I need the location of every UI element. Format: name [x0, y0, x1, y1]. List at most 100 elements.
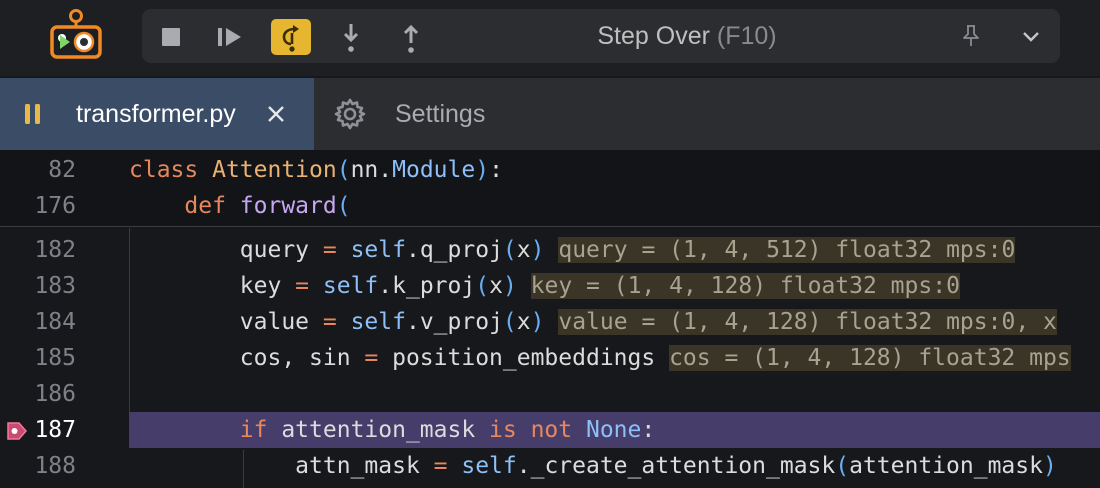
- code-token: (: [336, 193, 351, 219]
- code-token: ): [530, 237, 545, 263]
- code-text: cos, sin = position_embeddings cos = (1,…: [129, 340, 1071, 376]
- code-token: .q_proj: [405, 237, 503, 263]
- code-token: Attention: [212, 157, 337, 183]
- tab-settings[interactable]: Settings: [314, 78, 514, 150]
- line-number[interactable]: 187: [0, 412, 76, 448]
- code-token: (: [336, 157, 351, 183]
- line-number[interactable]: 183: [0, 268, 76, 304]
- code-token: attention_mask: [849, 453, 1043, 479]
- code-token: self: [309, 273, 379, 299]
- continue-button[interactable]: [210, 19, 250, 55]
- inline-value-hint: query = (1, 4, 512) float32 mps:0: [558, 237, 1016, 263]
- line-number[interactable]: 176: [0, 188, 76, 224]
- step-over-button[interactable]: [271, 19, 311, 55]
- code-token: if: [239, 417, 268, 443]
- code-token: :: [489, 157, 503, 183]
- line-number[interactable]: 185: [0, 340, 76, 376]
- tab-transformer-py[interactable]: transformer.py: [0, 78, 314, 150]
- stop-button[interactable]: [151, 19, 191, 55]
- inline-value-hint: cos = (1, 4, 128) float32 mps: [669, 345, 1071, 371]
- close-icon[interactable]: [262, 100, 290, 128]
- code-token: is not: [489, 417, 573, 443]
- code-token: x: [516, 237, 531, 263]
- code-token: .v_proj: [405, 309, 503, 335]
- code-line[interactable]: 187 if attention_mask is not None:: [0, 412, 1100, 448]
- code-token: ): [1042, 453, 1057, 479]
- code-token: position_embeddings: [378, 345, 656, 371]
- code-text: key = self.k_proj(x) key = (1, 4, 128) f…: [129, 268, 960, 304]
- code-line[interactable]: 188 attn_mask = self._create_attention_m…: [0, 448, 1100, 484]
- tab-title: transformer.py: [76, 100, 236, 128]
- step-over-icon: [282, 25, 299, 52]
- code-token: cos, sin: [129, 345, 365, 371]
- code-token: .k_proj: [378, 273, 476, 299]
- settings-label: Settings: [395, 100, 486, 128]
- code-token: (: [502, 237, 517, 263]
- code-token: (: [475, 273, 490, 299]
- code-text: class Attention(nn.Module):: [129, 152, 503, 188]
- code-token: =: [433, 453, 448, 479]
- code-token: x: [516, 309, 531, 335]
- code-token: (: [835, 453, 850, 479]
- pin-icon[interactable]: [958, 23, 984, 49]
- stop-icon: [162, 28, 180, 46]
- step-label-text: Step Over: [597, 22, 710, 50]
- code-token: =: [364, 345, 379, 371]
- sticky-scroll-divider: [0, 226, 1100, 227]
- code-token: (: [502, 309, 517, 335]
- code-token: ): [530, 309, 545, 335]
- code-text: if attention_mask is not None:: [129, 412, 655, 448]
- editor-tab-bar: transformer.py Settings: [0, 78, 1100, 150]
- code-token: self: [447, 453, 517, 479]
- code-editor[interactable]: 82 class Attention(nn.Module): 176 def for…: [0, 150, 1100, 488]
- code-token: nn.: [350, 157, 393, 183]
- debugger-logo-icon: [50, 9, 102, 59]
- debug-toolbar: Step Over (F10): [0, 0, 1100, 76]
- step-out-button[interactable]: [391, 19, 431, 55]
- arrow-up-icon: [403, 24, 419, 53]
- code-text: def forward(: [129, 188, 351, 224]
- code-line[interactable]: 186: [0, 376, 1100, 412]
- pause-icon: [25, 104, 40, 124]
- line-number[interactable]: 182: [0, 232, 76, 268]
- code-token: self: [336, 237, 406, 263]
- code-line[interactable]: 183 key = self.k_proj(x) key = (1, 4, 12…: [0, 268, 1100, 304]
- code-token: x: [489, 273, 503, 299]
- code-line[interactable]: 185 cos, sin = position_embeddings cos =…: [0, 340, 1100, 376]
- line-number[interactable]: 184: [0, 304, 76, 340]
- code-token: key: [129, 273, 296, 299]
- code-text: value = self.v_proj(x) value = (1, 4, 12…: [129, 304, 1057, 340]
- debug-controls-bar: Step Over (F10): [142, 9, 1060, 63]
- code-token: None: [572, 417, 642, 443]
- gear-icon: [334, 98, 366, 130]
- code-token: query: [129, 237, 323, 263]
- inline-value-hint: value = (1, 4, 128) float32 mps:0, x: [558, 309, 1057, 335]
- line-number[interactable]: 188: [0, 448, 76, 484]
- line-number[interactable]: 82: [0, 152, 76, 188]
- play-pause-icon: [218, 28, 241, 46]
- code-token: :: [641, 417, 656, 443]
- code-token: ): [475, 157, 490, 183]
- code-token: Module: [392, 157, 476, 183]
- inline-value-hint: key = (1, 4, 128) float32 mps:0: [530, 273, 960, 299]
- line-number[interactable]: 186: [0, 376, 76, 412]
- code-token: def: [184, 193, 240, 219]
- code-token: =: [322, 309, 337, 335]
- code-token: =: [322, 237, 337, 263]
- step-into-button[interactable]: [331, 19, 371, 55]
- code-token: class: [129, 157, 213, 183]
- code-token: ._create_attention_mask: [516, 453, 836, 479]
- code-text: query = self.q_proj(x) query = (1, 4, 51…: [129, 232, 1016, 268]
- sticky-code-line[interactable]: 82 class Attention(nn.Module):: [0, 152, 1100, 188]
- code-token: forward: [239, 193, 337, 219]
- code-line[interactable]: 184 value = self.v_proj(x) value = (1, 4…: [0, 304, 1100, 340]
- code-line[interactable]: 182 query = self.q_proj(x) query = (1, 4…: [0, 232, 1100, 268]
- chevron-down-icon[interactable]: [1018, 25, 1044, 49]
- step-action-label: Step Over (F10): [522, 9, 852, 63]
- sticky-code-line[interactable]: 176 def forward(: [0, 188, 1100, 224]
